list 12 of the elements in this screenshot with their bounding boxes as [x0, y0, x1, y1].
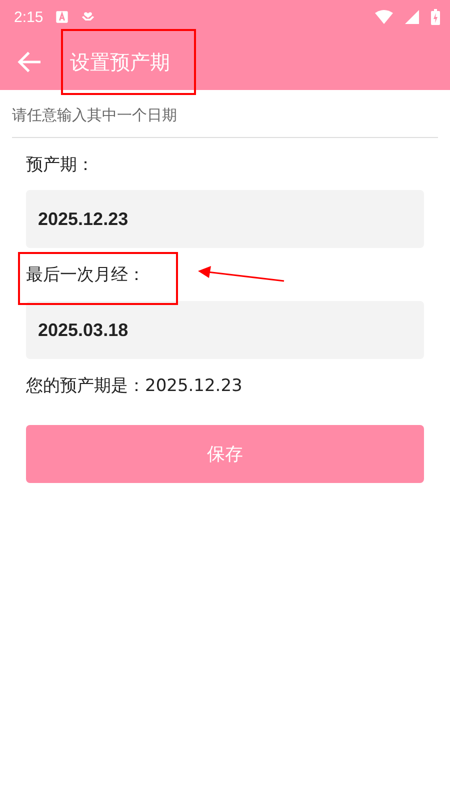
screen-title: 设置预产期	[70, 50, 170, 74]
clock-time: 2:15	[14, 8, 44, 26]
date-field[interactable]: 2025.12.23	[26, 190, 424, 248]
field-label: 预产期：	[26, 154, 94, 176]
wifi-icon	[375, 10, 393, 24]
field-label: 最后一次月经：	[26, 264, 145, 286]
due-date-result: 您的预产期是：2025.12.23	[26, 375, 244, 397]
signal-icon	[405, 10, 419, 24]
battery-icon	[431, 9, 440, 25]
instruction-text: 请任意输入其中一个日期	[12, 90, 438, 138]
notification-icon	[55, 10, 70, 24]
date-field[interactable]: 2025.03.18	[26, 301, 424, 359]
